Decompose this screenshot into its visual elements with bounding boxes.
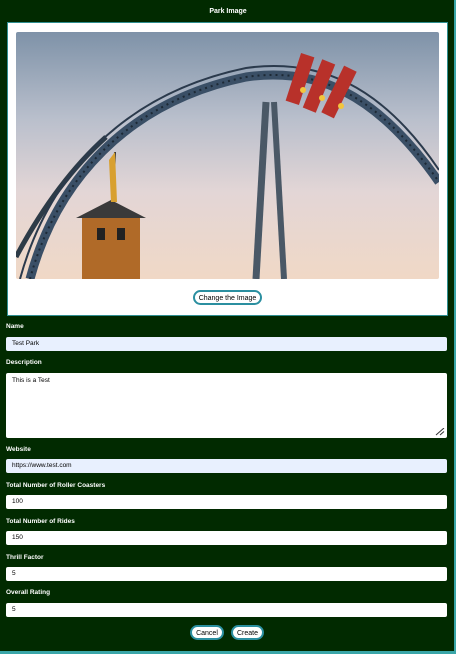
rating-label: Overall Rating bbox=[6, 589, 51, 596]
park-image-title: Park Image bbox=[209, 8, 247, 15]
thrill-input[interactable]: 5 bbox=[6, 567, 447, 581]
coasters-input[interactable]: 100 bbox=[6, 495, 447, 509]
change-image-button[interactable]: Change the Image bbox=[193, 290, 262, 305]
description-textarea[interactable]: This is a Test bbox=[6, 373, 447, 438]
website-label: Website bbox=[6, 446, 31, 453]
rides-input[interactable]: 150 bbox=[6, 531, 447, 545]
cancel-button[interactable]: Cancel bbox=[190, 625, 224, 640]
coasters-label: Total Number of Roller Coasters bbox=[6, 482, 106, 489]
description-text: This is a Test bbox=[12, 377, 50, 384]
create-button[interactable]: Create bbox=[231, 625, 264, 640]
rating-input[interactable]: 5 bbox=[6, 603, 447, 617]
website-input[interactable]: https://www.test.com bbox=[6, 459, 447, 473]
thrill-label: Thrill Factor bbox=[6, 554, 44, 561]
create-park-form: Park Image Change the Image Name Test Pa… bbox=[0, 0, 456, 654]
description-label: Description bbox=[6, 359, 42, 366]
rides-label: Total Number of Rides bbox=[6, 518, 75, 525]
image-preview-box: Change the Image bbox=[7, 22, 448, 316]
name-input[interactable]: Test Park bbox=[6, 337, 447, 351]
name-label: Name bbox=[6, 323, 24, 330]
resize-handle-icon[interactable] bbox=[435, 428, 445, 436]
park-image bbox=[16, 32, 439, 279]
